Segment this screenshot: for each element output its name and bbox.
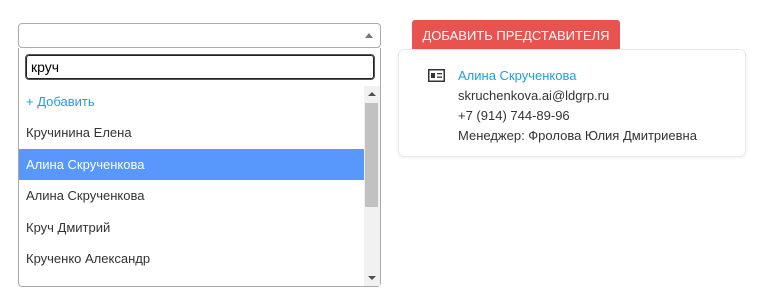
scrollbar[interactable] <box>364 86 380 286</box>
list-item[interactable]: Кручинина Елена <box>19 117 365 148</box>
search-input[interactable] <box>25 54 375 80</box>
contact-card: Алина Скрученкова skruchenkova.ai@ldgrp.… <box>398 49 746 157</box>
contact-email: skruchenkova.ai@ldgrp.ru <box>458 88 610 103</box>
scroll-down-arrow-icon[interactable] <box>368 276 376 280</box>
contact-name-link[interactable]: Алина Скрученкова <box>458 68 576 83</box>
contact-manager: Менеджер: Фролова Юлия Дмитриевна <box>458 128 697 143</box>
list-item[interactable]: Круч Дмитрий <box>19 212 365 243</box>
scroll-up-arrow-icon[interactable] <box>368 92 376 96</box>
add-representative-button[interactable]: Добавить представителя <box>412 20 620 51</box>
select-dropdown: + Добавить Кручинина Елена Алина Скручен… <box>18 48 381 287</box>
list-item[interactable]: Алина Скрученкова <box>19 180 365 211</box>
scroll-thumb[interactable] <box>365 103 378 207</box>
chevron-up-icon[interactable] <box>365 33 373 38</box>
list-item-highlighted[interactable]: Алина Скрученкова <box>19 148 365 181</box>
add-option[interactable]: + Добавить <box>19 86 365 117</box>
representative-select[interactable] <box>18 23 381 48</box>
id-card-icon <box>428 69 445 82</box>
options-list: + Добавить Кручинина Елена Алина Скручен… <box>19 86 365 286</box>
list-item[interactable]: Крученко Александр <box>19 243 365 274</box>
contact-phone: +7 (914) 744-89-96 <box>458 108 570 123</box>
